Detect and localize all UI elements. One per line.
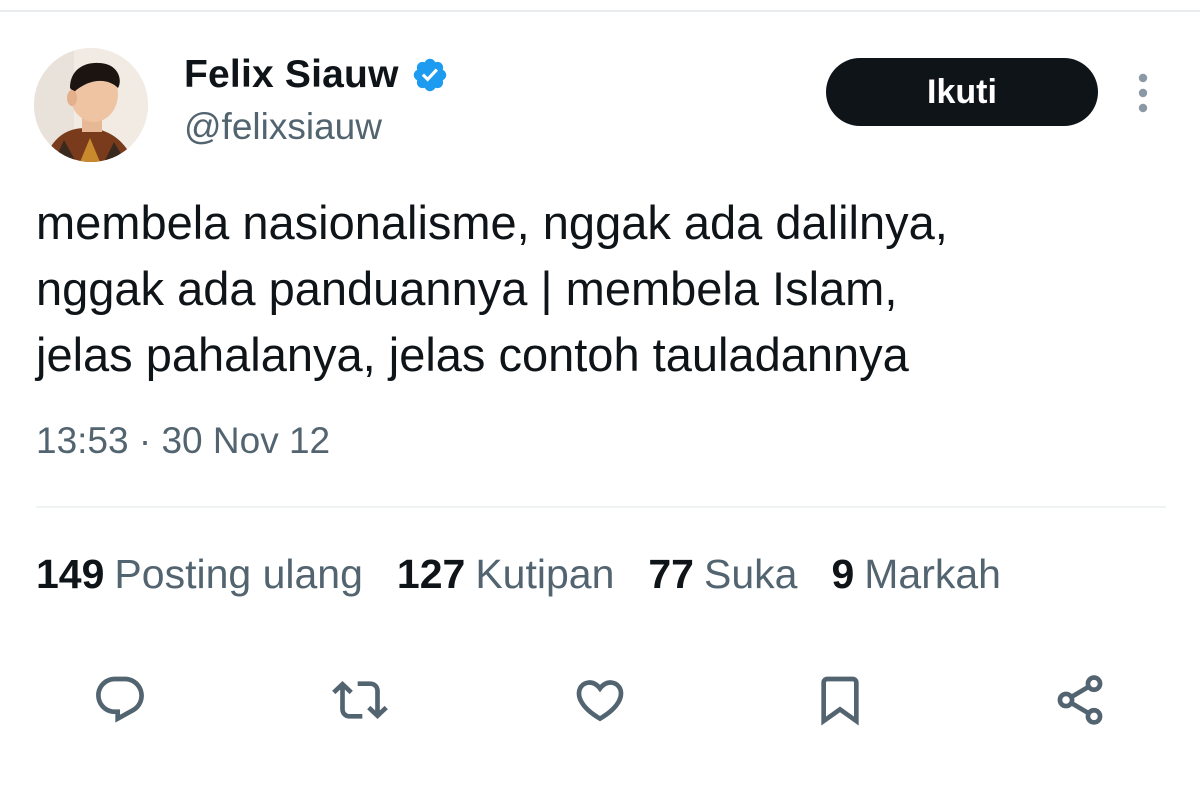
stat-label: Suka — [703, 550, 798, 597]
author-name-row[interactable]: Felix Siauw — [184, 50, 449, 100]
stat-reposts[interactable]: 149 Posting ulang — [36, 551, 363, 598]
reply-button[interactable] — [92, 672, 148, 728]
reply-icon — [96, 676, 144, 723]
verified-badge-icon — [413, 58, 446, 92]
stat-count: 127 — [396, 550, 466, 597]
more-options-button[interactable] — [1128, 70, 1158, 116]
repost-icon — [332, 681, 388, 719]
engagement-stats: 149 Posting ulang 127 Kutipan 77 Suka 9 … — [36, 546, 1001, 602]
share-icon — [1057, 675, 1103, 725]
more-vertical-icon — [1138, 73, 1148, 113]
avatar[interactable] — [34, 48, 148, 162]
stats-divider — [36, 506, 1166, 508]
profile-photo — [34, 48, 148, 162]
tweet-line: nggak ada panduannya | membela Islam, — [36, 262, 898, 315]
repost-button[interactable] — [332, 672, 388, 728]
bookmark-icon — [821, 676, 859, 726]
stat-likes[interactable]: 77 Suka — [648, 551, 797, 598]
top-divider — [0, 10, 1200, 12]
display-name[interactable]: Felix Siauw — [184, 53, 399, 97]
author-handle[interactable]: @felixsiauw — [184, 106, 382, 148]
stat-quotes[interactable]: 127 Kutipan — [397, 551, 614, 598]
stat-label: Kutipan — [475, 550, 615, 597]
follow-button[interactable]: Ikuti — [826, 58, 1098, 126]
stat-bookmarks[interactable]: 9 Markah — [831, 551, 1001, 598]
stat-count: 77 — [648, 550, 694, 597]
like-icon — [576, 680, 624, 722]
tweet-line: membela nasionalisme, nggak ada dalilnya… — [36, 196, 948, 249]
stat-count: 149 — [36, 550, 105, 597]
tweet-timestamp[interactable]: 13:53 · 30 Nov 12 — [36, 420, 330, 462]
tweet-text: membela nasionalisme, nggak ada dalilnya… — [36, 190, 1166, 388]
tweet-line: jelas pahalanya, jelas contoh tauladanny… — [36, 328, 909, 381]
like-button[interactable] — [572, 672, 628, 728]
stat-label: Posting ulang — [114, 550, 363, 597]
stat-count: 9 — [831, 550, 855, 597]
share-button[interactable] — [1052, 672, 1108, 728]
stat-label: Markah — [864, 550, 1001, 597]
bookmark-button[interactable] — [812, 672, 868, 728]
